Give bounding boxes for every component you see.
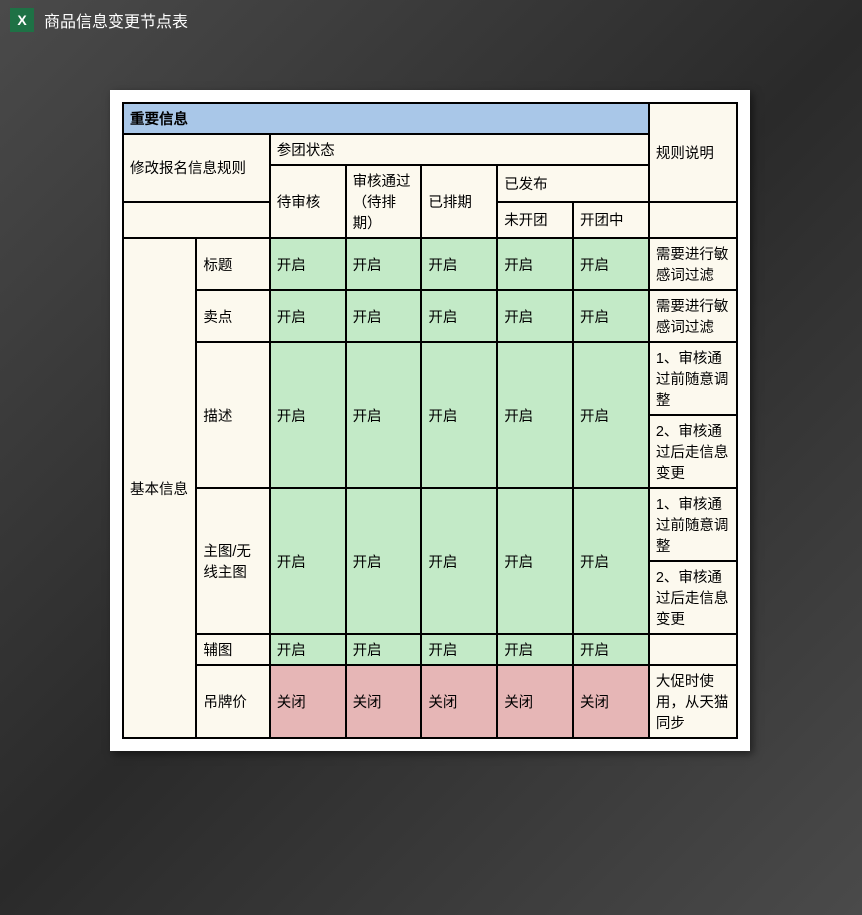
- cell-value: 开启: [346, 488, 422, 634]
- cell-value: 开启: [421, 342, 497, 488]
- cell-value: 开启: [346, 238, 422, 290]
- cell-rule: 1、审核通过前随意调整: [649, 488, 737, 561]
- row-title: 基本信息 标题 开启 开启 开启 开启 开启 需要进行敏感词过滤: [123, 238, 737, 290]
- cell-rule: 1、审核通过前随意调整: [649, 342, 737, 415]
- cell-label: 标题: [196, 238, 269, 290]
- cell-label: 卖点: [196, 290, 269, 342]
- cell-value: 开启: [270, 290, 346, 342]
- cell-value: 关闭: [270, 665, 346, 738]
- cell-rule: 2、审核通过后走信息变更: [649, 415, 737, 488]
- cell-value: 开启: [497, 238, 573, 290]
- cell-value: 开启: [421, 634, 497, 665]
- cell-rule-desc-header: 规则说明: [649, 103, 737, 202]
- cell-value: 开启: [573, 342, 649, 488]
- excel-icon: [10, 8, 34, 32]
- cell-value: 开启: [270, 634, 346, 665]
- cell-value: 开启: [270, 342, 346, 488]
- cell-value: 开启: [497, 634, 573, 665]
- cell-group-status: 参团状态: [270, 134, 649, 165]
- header-row-2: 修改报名信息规则 参团状态: [123, 134, 737, 165]
- cell-important-info: 重要信息: [123, 103, 649, 134]
- cell-value: 关闭: [421, 665, 497, 738]
- cell-category-basic: 基本信息: [123, 238, 196, 738]
- cell-status-opening: 开团中: [573, 202, 649, 239]
- row-aux-image: 辅图 开启 开启 开启 开启 开启: [123, 634, 737, 665]
- cell-label: 主图/无线主图: [196, 488, 269, 634]
- cell-status-approved: 审核通过（待排期）: [346, 165, 422, 238]
- cell-value: 关闭: [346, 665, 422, 738]
- cell-modify-rule: 修改报名信息规则: [123, 134, 270, 202]
- cell-status-published: 已发布: [497, 165, 649, 202]
- window-titlebar: 商品信息变更节点表: [0, 0, 862, 40]
- cell-value: 开启: [270, 238, 346, 290]
- cell-status-scheduled: 已排期: [421, 165, 497, 238]
- cell-rule: 需要进行敏感词过滤: [649, 290, 737, 342]
- document-page: 重要信息 规则说明 修改报名信息规则 参团状态 待审核 审核通过（待排期） 已排…: [110, 90, 750, 751]
- header-row-important: 重要信息 规则说明: [123, 103, 737, 134]
- rules-table: 重要信息 规则说明 修改报名信息规则 参团状态 待审核 审核通过（待排期） 已排…: [122, 102, 738, 739]
- row-tag-price: 吊牌价 关闭 关闭 关闭 关闭 关闭 大促时使用，从天猫同步: [123, 665, 737, 738]
- row-description: 描述 开启 开启 开启 开启 开启 1、审核通过前随意调整: [123, 342, 737, 415]
- cell-value: 开启: [573, 290, 649, 342]
- cell-value: 开启: [573, 634, 649, 665]
- empty-spacer: [123, 202, 270, 239]
- cell-label: 辅图: [196, 634, 269, 665]
- cell-value: 关闭: [497, 665, 573, 738]
- cell-rule: [649, 634, 737, 665]
- cell-value: 开启: [346, 342, 422, 488]
- row-main-image: 主图/无线主图 开启 开启 开启 开启 开启 1、审核通过前随意调整: [123, 488, 737, 561]
- cell-value: 开启: [421, 238, 497, 290]
- cell-value: 开启: [346, 290, 422, 342]
- cell-label: 吊牌价: [196, 665, 269, 738]
- cell-rule: 大促时使用，从天猫同步: [649, 665, 737, 738]
- cell-value: 开启: [421, 290, 497, 342]
- cell-status-notopen: 未开团: [497, 202, 573, 239]
- cell-label: 描述: [196, 342, 269, 488]
- cell-value: 关闭: [573, 665, 649, 738]
- cell-rule: 2、审核通过后走信息变更: [649, 561, 737, 634]
- row-selling-point: 卖点 开启 开启 开启 开启 开启 需要进行敏感词过滤: [123, 290, 737, 342]
- cell-value: 开启: [573, 238, 649, 290]
- cell-status-pending: 待审核: [270, 165, 346, 238]
- window-title: 商品信息变更节点表: [44, 8, 188, 32]
- cell-rule: 需要进行敏感词过滤: [649, 238, 737, 290]
- empty-spacer-2: [649, 202, 737, 239]
- cell-value: 开启: [573, 488, 649, 634]
- cell-value: 开启: [497, 342, 573, 488]
- cell-value: 开启: [421, 488, 497, 634]
- cell-value: 开启: [497, 290, 573, 342]
- cell-value: 开启: [346, 634, 422, 665]
- cell-value: 开启: [270, 488, 346, 634]
- cell-value: 开启: [497, 488, 573, 634]
